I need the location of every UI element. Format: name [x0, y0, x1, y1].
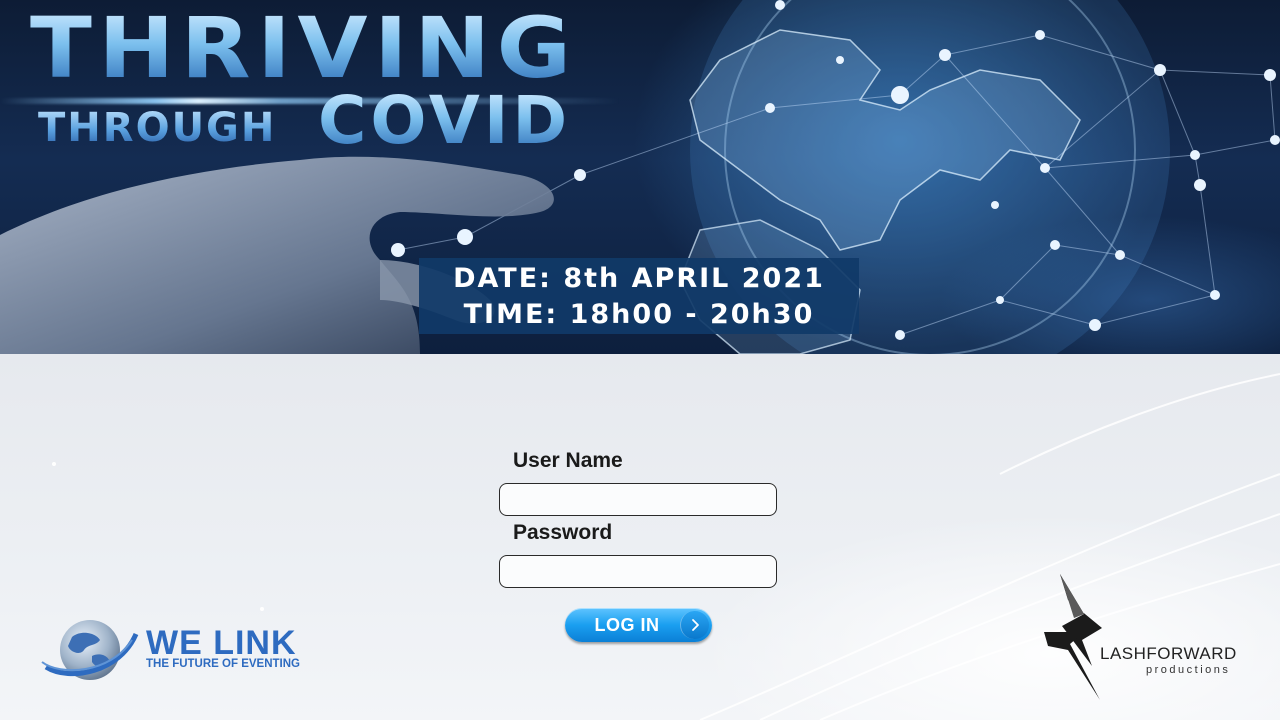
login-page: THRIVING THROUGH COVID DATE: 8th APRIL 2…: [0, 0, 1280, 720]
flashforward-subtitle: productions: [1146, 664, 1231, 676]
event-time: TIME: 18h00 - 20h30: [463, 299, 815, 330]
lightning-bolt-icon: [1044, 574, 1102, 700]
welink-logo: WE LINK THE FUTURE OF EVENTING: [40, 612, 330, 688]
password-label: Password: [513, 521, 613, 544]
banner-title-covid: COVID: [318, 82, 572, 159]
login-button[interactable]: LOG IN: [565, 608, 712, 642]
banner-title-through: THROUGH: [38, 105, 277, 151]
flashforward-name: LASHFORWARD: [1100, 644, 1237, 663]
event-datetime-box: DATE: 8th APRIL 2021 TIME: 18h00 - 20h30: [419, 258, 859, 334]
login-button-label: LOG IN: [594, 615, 660, 635]
chevron-right-icon: [680, 611, 709, 639]
event-date: DATE: 8th APRIL 2021: [453, 263, 825, 294]
welink-name: WE LINK: [146, 624, 297, 662]
globe-icon: [41, 620, 139, 680]
event-banner: THRIVING THROUGH COVID DATE: 8th APRIL 2…: [0, 0, 1280, 354]
banner-title-thriving: THRIVING: [30, 0, 578, 97]
welink-tagline: THE FUTURE OF EVENTING: [146, 658, 300, 670]
password-input[interactable]: [499, 555, 777, 588]
flashforward-logo: LASHFORWARD productions: [1040, 570, 1260, 702]
username-input[interactable]: [499, 483, 777, 516]
username-label: User Name: [513, 449, 623, 472]
